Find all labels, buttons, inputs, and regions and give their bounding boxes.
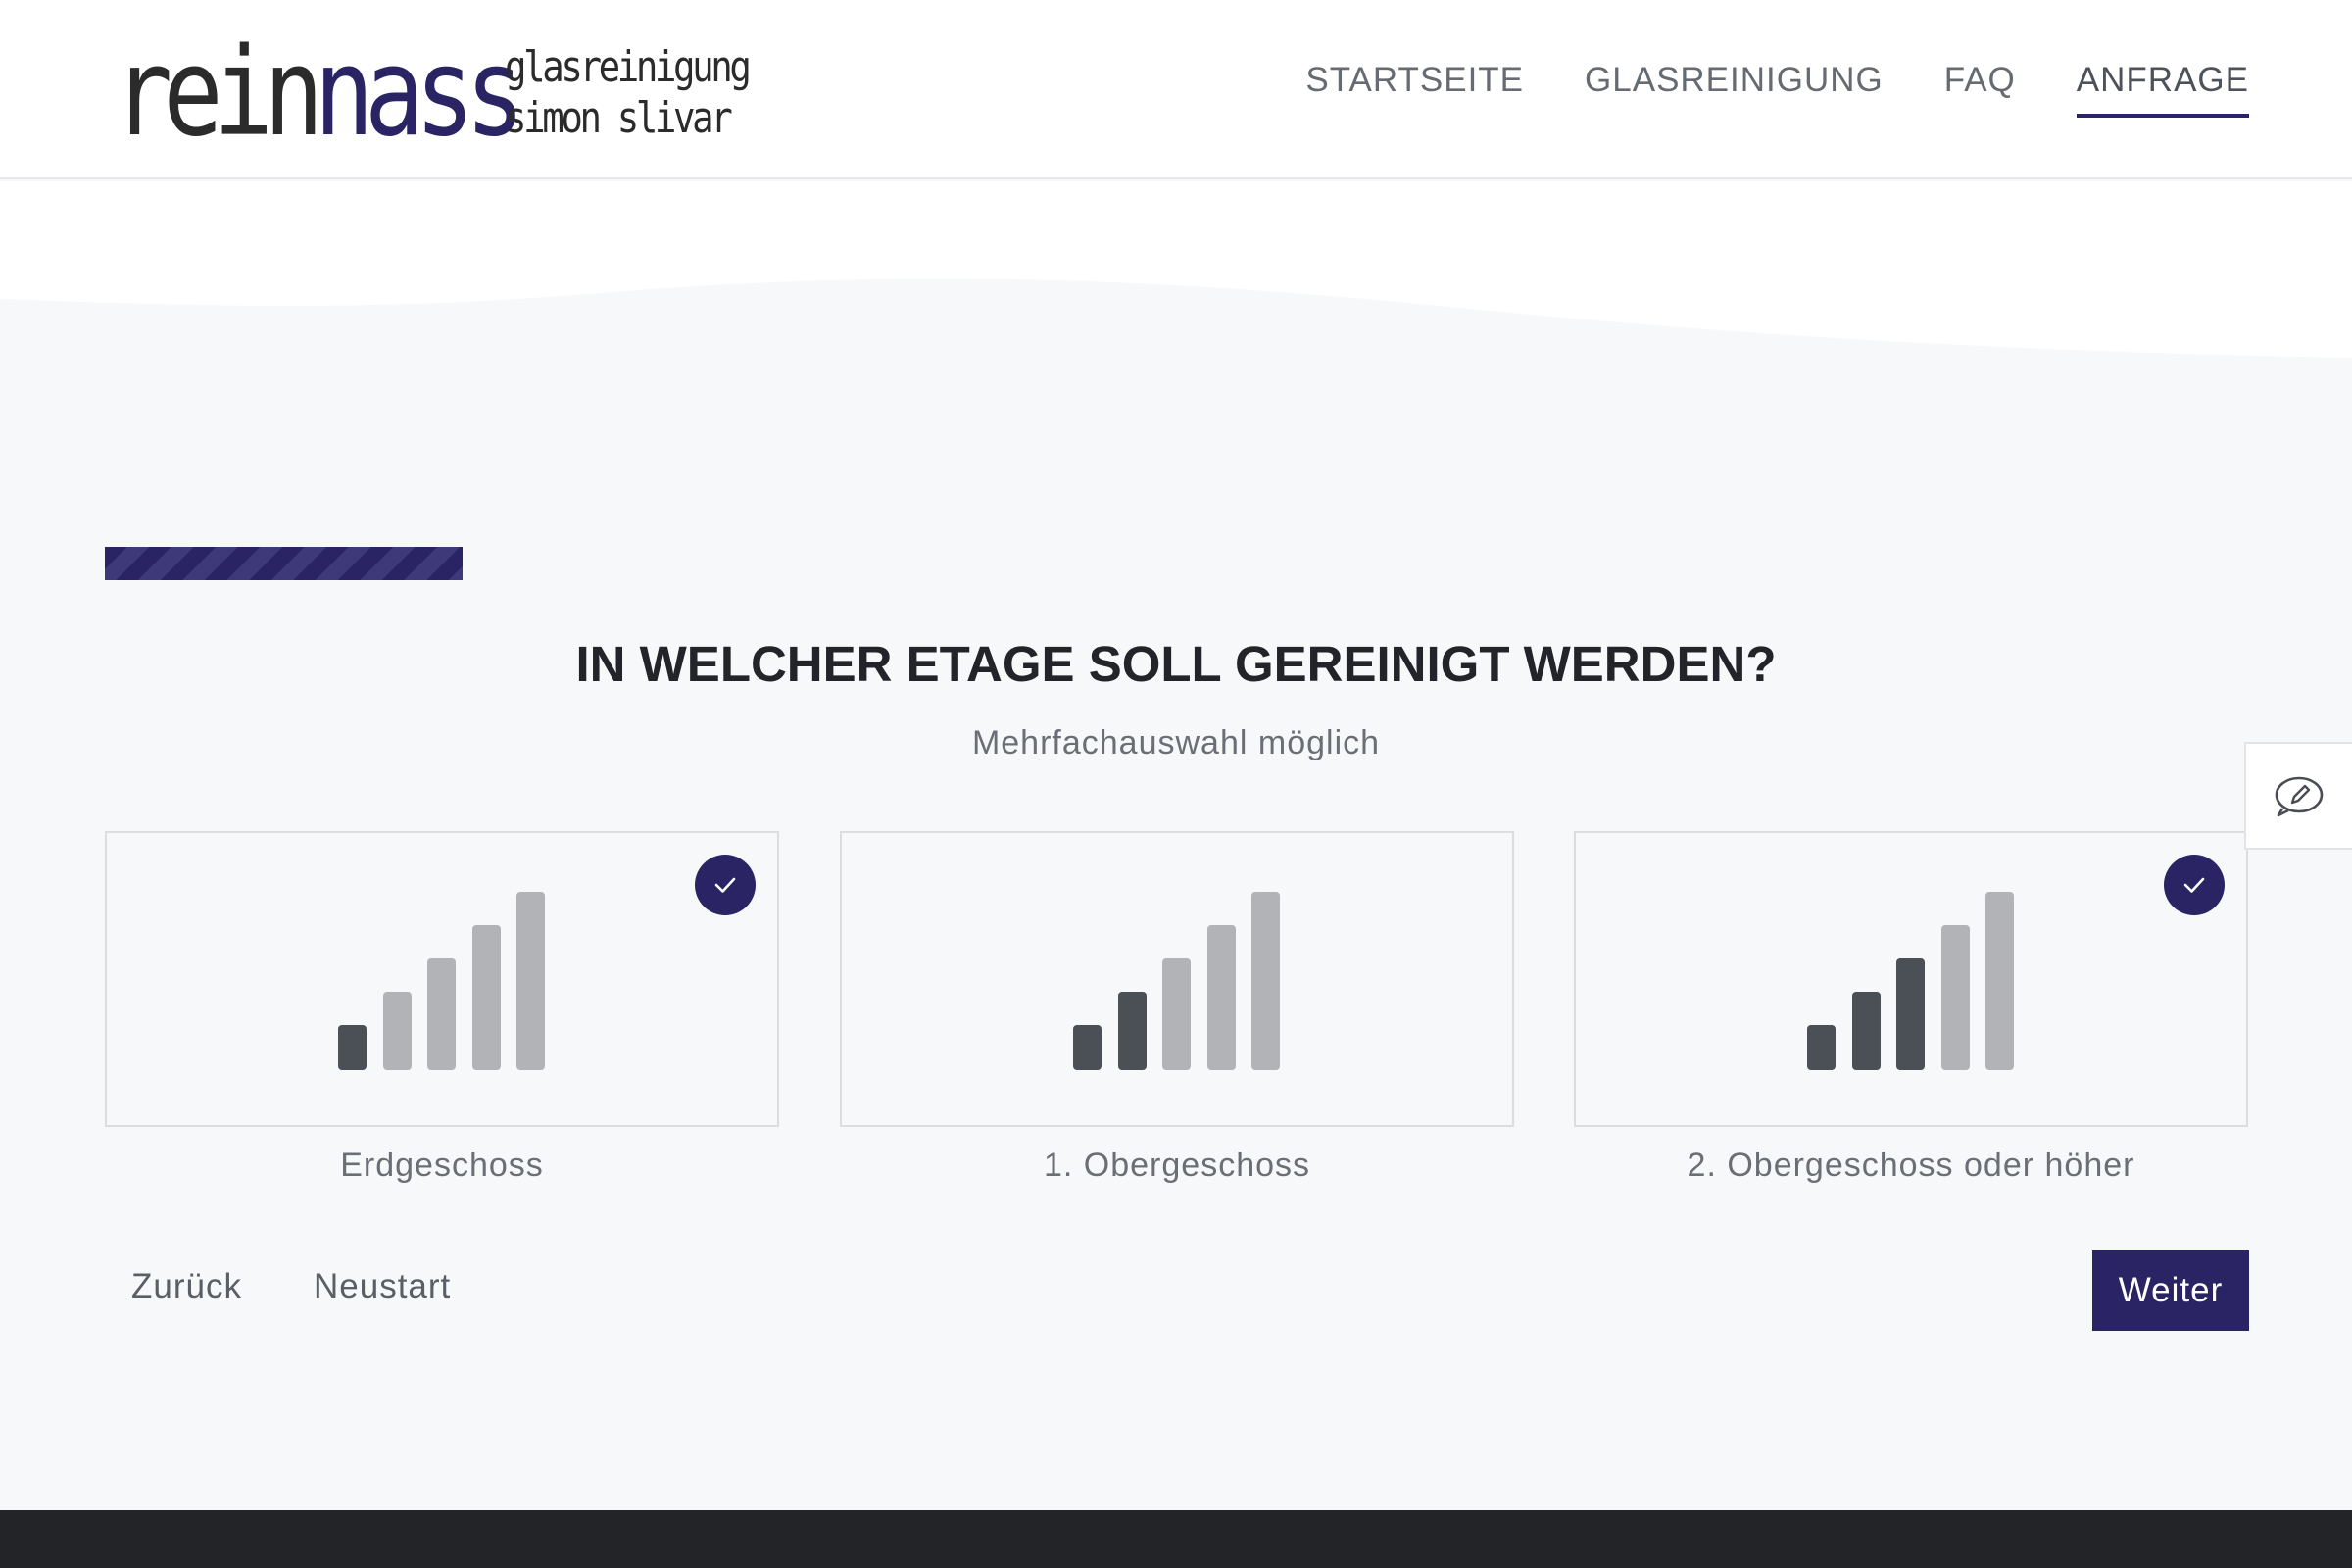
site-header: reinnass glasreinigung simon slivar STAR… <box>0 0 2352 179</box>
next-button[interactable]: Weiter <box>2092 1250 2249 1331</box>
option-label-erdgeschoss: Erdgeschoss <box>340 1147 544 1184</box>
check-icon <box>2164 855 2225 915</box>
signal-bar <box>1940 925 1970 1070</box>
signal-bar <box>1985 892 2014 1070</box>
nav-item-glasreinigung[interactable]: GLASREINIGUNG <box>1585 61 1884 118</box>
signal-bar <box>1206 925 1236 1070</box>
option-label-obergeschoss-2: 2. Obergeschoss oder höher <box>1687 1147 2135 1184</box>
signal-bar <box>338 1025 367 1070</box>
question-title: IN WELCHER ETAGE SOLL GEREINIGT WERDEN? <box>575 636 1777 692</box>
signal-bar <box>1896 958 1925 1070</box>
signal-bar <box>1117 992 1147 1070</box>
signal-bar <box>1073 1025 1102 1070</box>
signal-level-1-icon <box>338 892 546 1070</box>
back-button[interactable]: Zurück <box>131 1267 242 1306</box>
signal-bar <box>1251 892 1280 1070</box>
signal-bar <box>382 992 412 1070</box>
option-card-obergeschoss-2[interactable] <box>1574 831 2248 1127</box>
progress-fill <box>105 547 464 580</box>
nav-item-anfrage[interactable]: ANFRAGE <box>2076 61 2249 118</box>
signal-bar <box>516 892 545 1070</box>
option-card-erdgeschoss[interactable] <box>105 831 779 1127</box>
signal-bar <box>1851 992 1881 1070</box>
signal-bar <box>1162 958 1191 1070</box>
nav-item-startseite[interactable]: STARTSEITE <box>1305 61 1524 118</box>
brand-name-part3: nass <box>314 23 525 164</box>
option-erdgeschoss: Erdgeschoss <box>105 831 779 1185</box>
option-label-obergeschoss-1: 1. Obergeschoss <box>1043 1147 1311 1184</box>
feedback-pencil-icon <box>2275 776 2324 817</box>
feedback-tab[interactable] <box>2244 742 2352 850</box>
brand-logo[interactable]: reinnass glasreinigung simon slivar <box>113 32 791 154</box>
option-card-obergeschoss-1[interactable] <box>840 831 1514 1127</box>
restart-button[interactable]: Neustart <box>314 1267 451 1306</box>
brand-tagline-line1: glasreinigung <box>505 42 752 92</box>
check-icon <box>695 855 756 915</box>
wave-divider <box>0 181 2352 358</box>
brand-name-part2: in <box>213 23 324 164</box>
signal-level-2-icon <box>1073 892 1281 1070</box>
progress-bar <box>105 547 2247 580</box>
main-nav: STARTSEITE GLASREINIGUNG FAQ ANFRAGE <box>1305 61 2249 118</box>
brand-name-part1: re <box>113 23 223 164</box>
signal-bar <box>1807 1025 1836 1070</box>
brand-name: reinnass <box>113 32 525 154</box>
brand-tagline: glasreinigung simon slivar <box>505 42 752 144</box>
brand-tagline-line2: simon slivar <box>505 93 733 143</box>
option-obergeschoss-1: 1. Obergeschoss <box>840 831 1514 1185</box>
floor-options: Erdgeschoss 1. Obergeschoss 2. Obergesch… <box>105 831 2248 1184</box>
signal-bar <box>427 958 456 1070</box>
site-footer <box>0 1510 2352 1568</box>
signal-level-3-icon <box>1807 892 2015 1070</box>
signal-bar <box>471 925 501 1070</box>
nav-item-faq[interactable]: FAQ <box>1944 61 2016 118</box>
question-hint: Mehrfachauswahl möglich <box>971 724 1381 761</box>
option-obergeschoss-2: 2. Obergeschoss oder höher <box>1574 831 2248 1185</box>
